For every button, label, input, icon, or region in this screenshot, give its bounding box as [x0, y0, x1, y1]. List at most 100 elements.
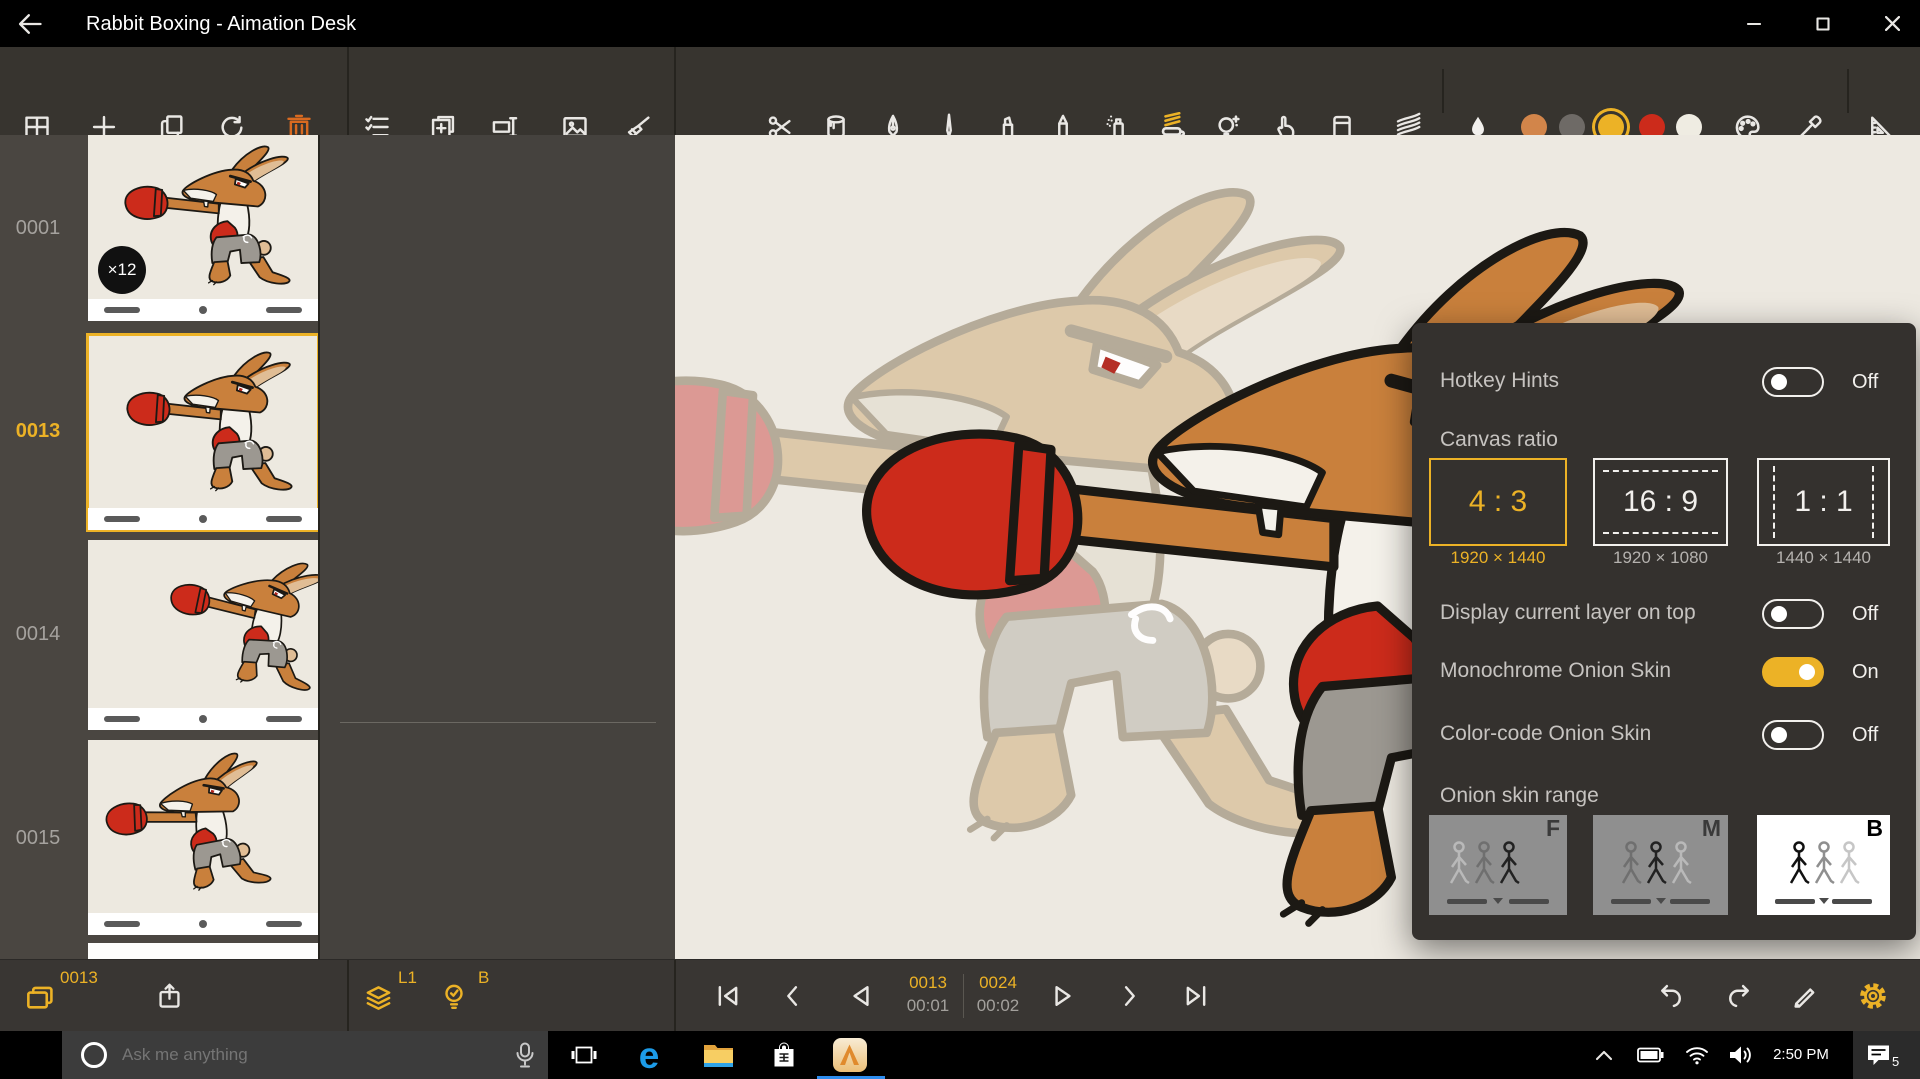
layer-indicator-button[interactable] — [364, 985, 393, 1011]
frame-number: 0015 — [0, 827, 76, 850]
edge-browser-button[interactable]: e — [625, 1031, 673, 1079]
minimize-icon — [1747, 17, 1761, 31]
settings-button[interactable] — [1858, 981, 1888, 1011]
undo-button[interactable] — [1657, 982, 1685, 1010]
play-backward-button[interactable] — [847, 982, 875, 1010]
hotkey-hints-toggle[interactable] — [1762, 367, 1824, 397]
onion-range-middle[interactable]: M — [1593, 815, 1728, 915]
microphone-icon[interactable] — [514, 1042, 536, 1068]
edit-pen-icon — [1791, 982, 1819, 1010]
previous-frame-button[interactable] — [779, 982, 807, 1010]
frame-thumbnail-0014[interactable] — [88, 540, 318, 730]
display-layer-top-label: Display current layer on top — [1440, 601, 1696, 625]
gear-icon — [1858, 981, 1888, 1011]
volume-indicator[interactable] — [1720, 1031, 1762, 1079]
ratio-option-16-9[interactable]: 16 : 9 — [1593, 458, 1728, 546]
frame-thumbnail-0013-selected[interactable] — [88, 335, 318, 530]
task-view-button[interactable] — [560, 1031, 608, 1079]
export-button[interactable] — [156, 982, 183, 1011]
tray-expand-button[interactable] — [1584, 1031, 1624, 1079]
cortana-icon[interactable] — [80, 1041, 108, 1069]
skip-end-icon — [1182, 982, 1210, 1010]
skip-to-start-button[interactable] — [714, 982, 742, 1010]
onion-range-backward-selected[interactable]: B — [1757, 815, 1890, 915]
store-button[interactable] — [760, 1031, 808, 1079]
hotkey-hints-state: Off — [1852, 371, 1878, 394]
aimation-app-icon — [832, 1037, 868, 1073]
chevron-up-icon — [1595, 1049, 1613, 1061]
wifi-indicator[interactable] — [1677, 1031, 1717, 1079]
edit-mode-button[interactable] — [1791, 982, 1819, 1010]
back-button[interactable] — [16, 10, 44, 38]
frame-repeat-badge: ×12 — [98, 246, 146, 294]
monochrome-onion-label: Monochrome Onion Skin — [1440, 659, 1671, 683]
end-frame-value: 0024 — [958, 973, 1038, 993]
frame-strip — [88, 708, 318, 730]
skip-to-end-button[interactable] — [1182, 982, 1210, 1010]
next-frame-button[interactable] — [1115, 982, 1143, 1010]
close-icon — [1885, 16, 1900, 31]
frame-thumbnail-0001[interactable]: ×12 — [88, 135, 318, 321]
notification-icon — [1866, 1044, 1891, 1067]
frame-number-selected: 0013 — [0, 420, 76, 443]
layers-icon — [364, 985, 393, 1011]
skip-start-icon — [714, 982, 742, 1010]
current-frame-value: 0013 — [888, 973, 968, 993]
window-title: Rabbit Boxing - Aimation Desk — [86, 13, 356, 36]
hotkey-hints-label: Hotkey Hints — [1440, 369, 1559, 393]
redo-button[interactable] — [1725, 982, 1753, 1010]
title-bar: Rabbit Boxing - Aimation Desk — [0, 0, 1920, 47]
frame-number: 0001 — [0, 217, 76, 240]
frame-thumbnail-0015[interactable] — [88, 740, 318, 935]
taskbar-clock[interactable]: 2:50 PM — [1762, 1046, 1840, 1063]
share-icon — [156, 982, 183, 1011]
ratio-option-4-3[interactable]: 4 : 3 — [1429, 458, 1567, 546]
frame-counter-button[interactable] — [25, 984, 55, 1011]
battery-icon — [1637, 1047, 1664, 1063]
ratio-text: 4 : 3 — [1469, 485, 1527, 519]
layers-panel: Outline 95% Color 100% Background 100% — [318, 135, 675, 959]
play-forward-button[interactable] — [1049, 982, 1077, 1010]
notification-count-badge: 5 — [1892, 1054, 1899, 1069]
current-frame-label: 0013 — [60, 968, 98, 988]
color-code-onion-toggle[interactable] — [1762, 720, 1824, 750]
end-position: 0024 00:02 — [958, 973, 1038, 1016]
toolbar-divider — [674, 47, 676, 135]
play-icon — [1049, 982, 1077, 1010]
minimize-button[interactable] — [1731, 0, 1777, 47]
aimation-desk-app-button[interactable] — [826, 1031, 874, 1079]
settings-popup: Hotkey Hints Off Canvas ratio 4 : 3 1920… — [1412, 323, 1916, 940]
close-button[interactable] — [1869, 0, 1915, 47]
file-explorer-button[interactable] — [694, 1031, 742, 1079]
monochrome-onion-toggle[interactable] — [1762, 657, 1824, 687]
crop-guide — [1603, 470, 1718, 472]
layers-divider — [340, 722, 656, 723]
onion-range-label: Onion skin range — [1440, 784, 1599, 808]
display-layer-top-toggle[interactable] — [1762, 599, 1824, 629]
search-input[interactable] — [120, 1031, 500, 1079]
task-view-icon — [571, 1043, 597, 1067]
edge-icon: e — [639, 1037, 660, 1074]
range-letter: B — [1866, 815, 1883, 842]
onion-range-forward[interactable]: F — [1429, 815, 1567, 915]
onion-mode-label: B — [478, 968, 489, 988]
crop-guide — [1603, 532, 1718, 534]
cortana-search-box[interactable]: Ask me anything — [62, 1031, 548, 1079]
frame-strip — [88, 299, 318, 321]
play-back-icon — [847, 982, 875, 1010]
maximize-icon — [1816, 17, 1830, 31]
maximize-button[interactable] — [1800, 0, 1846, 47]
crop-guide — [1773, 466, 1775, 538]
range-letter: F — [1546, 815, 1560, 842]
toolbar: 30 100 — [0, 47, 1920, 135]
ratio-option-1-1[interactable]: 1 : 1 — [1757, 458, 1890, 546]
chevron-left-icon — [779, 982, 807, 1010]
frame-thumbnail-partial[interactable] — [88, 943, 318, 959]
onion-mode-button[interactable] — [442, 983, 466, 1013]
bottombar-divider — [674, 960, 676, 1032]
redo-icon — [1725, 982, 1753, 1010]
frame-strip — [88, 913, 318, 935]
battery-indicator[interactable] — [1630, 1031, 1670, 1079]
layer-indicator-label: L1 — [398, 968, 417, 988]
ratio-size-16-9: 1920 × 1080 — [1593, 548, 1728, 568]
